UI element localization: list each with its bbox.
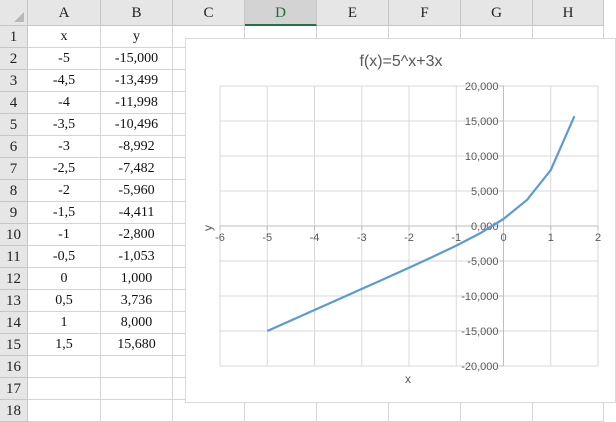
cell-a11[interactable]: -0,5 — [28, 246, 101, 268]
cell-b5[interactable]: -10,496 — [101, 114, 173, 136]
cell-b4[interactable]: -11,998 — [101, 92, 173, 114]
row-header-15[interactable]: 15 — [0, 334, 28, 356]
cell-b17[interactable] — [101, 378, 173, 400]
cell-a4[interactable]: -4 — [28, 92, 101, 114]
cell-a8[interactable]: -2 — [28, 180, 101, 202]
cell-b1[interactable]: y — [101, 26, 173, 48]
cell-a18[interactable] — [28, 400, 101, 422]
row-header-4[interactable]: 4 — [0, 92, 28, 114]
cell-b6[interactable]: -8,992 — [101, 136, 173, 158]
row-header-14[interactable]: 14 — [0, 312, 28, 334]
row-header-17[interactable]: 17 — [0, 378, 28, 400]
cell-b7[interactable]: -7,482 — [101, 158, 173, 180]
y-tick-label: -10,000 — [461, 291, 498, 303]
x-tick-label: -5 — [262, 232, 272, 244]
chart[interactable]: f(x)=5^x+3x -6 -5 -4 -3 -2 -1 0 1 2 20,000 15,000 1… — [185, 38, 616, 403]
cell-b12[interactable]: 1,000 — [101, 268, 173, 290]
cell-a12[interactable]: 0 — [28, 268, 101, 290]
cell-a1[interactable]: x — [28, 26, 101, 48]
x-tick-label: 0 — [500, 232, 506, 244]
x-tick-label: -4 — [310, 232, 320, 244]
row-header-9[interactable]: 9 — [0, 202, 28, 224]
y-axis-title: y — [201, 225, 215, 231]
select-all-corner[interactable] — [0, 0, 28, 26]
cell-a14[interactable]: 1 — [28, 312, 101, 334]
cell-a2[interactable]: -5 — [28, 48, 101, 70]
cell-b3[interactable]: -13,499 — [101, 70, 173, 92]
column-header-b[interactable]: B — [101, 0, 173, 26]
y-tick-label: 20,000 — [465, 81, 499, 93]
y-tick-label: -20,000 — [461, 361, 498, 373]
row-header-18[interactable]: 18 — [0, 400, 28, 422]
row-header-6[interactable]: 6 — [0, 136, 28, 158]
chart-title: f(x)=5^x+3x — [359, 53, 442, 70]
cell-a15[interactable]: 1,5 — [28, 334, 101, 356]
cell-b15[interactable]: 15,680 — [101, 334, 173, 356]
column-header-h[interactable]: H — [533, 0, 604, 26]
row-header-16[interactable]: 16 — [0, 356, 28, 378]
y-tick-label: -5,000 — [467, 256, 498, 268]
cell-a6[interactable]: -3 — [28, 136, 101, 158]
select-all-icon — [14, 12, 24, 22]
row-header-10[interactable]: 10 — [0, 224, 28, 246]
column-header-a[interactable]: A — [28, 0, 101, 26]
series-layer — [266, 115, 576, 333]
x-tick-label: -3 — [357, 232, 367, 244]
cell-b13[interactable]: 3,736 — [101, 290, 173, 312]
row-header-12[interactable]: 12 — [0, 268, 28, 290]
cell-a9[interactable]: -1,5 — [28, 202, 101, 224]
y-tick-label: 15,000 — [465, 116, 499, 128]
cell-b18[interactable] — [101, 400, 173, 422]
cell-b14[interactable]: 8,000 — [101, 312, 173, 334]
x-tick-label: -2 — [404, 232, 414, 244]
x-tick-label: -1 — [451, 232, 461, 244]
cell-b9[interactable]: -4,411 — [101, 202, 173, 224]
cell-a7[interactable]: -2,5 — [28, 158, 101, 180]
cell-a5[interactable]: -3,5 — [28, 114, 101, 136]
cell-b10[interactable]: -2,800 — [101, 224, 173, 246]
cell-a16[interactable] — [28, 356, 101, 378]
x-axis-title: x — [405, 372, 411, 386]
y-tick-label: 5,000 — [471, 186, 499, 198]
cell-a10[interactable]: -1 — [28, 224, 101, 246]
row-header-5[interactable]: 5 — [0, 114, 28, 136]
x-tick-label: 2 — [595, 232, 601, 244]
y-tick-label: 10,000 — [465, 151, 499, 163]
cell-a3[interactable]: -4,5 — [28, 70, 101, 92]
y-tick-label: -15,000 — [461, 326, 498, 338]
row-header-13[interactable]: 13 — [0, 290, 28, 312]
column-header-e[interactable]: E — [317, 0, 389, 26]
cell-b16[interactable] — [101, 356, 173, 378]
row-header-11[interactable]: 11 — [0, 246, 28, 268]
cell-b11[interactable]: -1,053 — [101, 246, 173, 268]
row-header-2[interactable]: 2 — [0, 48, 28, 70]
cell-a13[interactable]: 0,5 — [28, 290, 101, 312]
cell-b8[interactable]: -5,960 — [101, 180, 173, 202]
x-tick-label: 1 — [548, 232, 554, 244]
x-tick-label: -6 — [215, 232, 225, 244]
row-header-3[interactable]: 3 — [0, 70, 28, 92]
row-header-1[interactable]: 1 — [0, 26, 28, 48]
row-header-8[interactable]: 8 — [0, 180, 28, 202]
column-header-c[interactable]: C — [173, 0, 245, 26]
cell-b2[interactable]: -15,000 — [101, 48, 173, 70]
spreadsheet: ABCDEFGH 1 2 3 4 5 6 7 8 9 10 11 12 13 14 15 16 17 18 xy-… — [0, 0, 616, 422]
column-header-d[interactable]: D — [245, 0, 317, 26]
column-header-f[interactable]: F — [389, 0, 461, 26]
cell-a17[interactable] — [28, 378, 101, 400]
column-header-g[interactable]: G — [461, 0, 533, 26]
row-header-7[interactable]: 7 — [0, 158, 28, 180]
series-line — [266, 115, 576, 333]
chart-canvas: f(x)=5^x+3x -6 -5 -4 -3 -2 -1 0 1 2 20,000 15,000 1… — [201, 53, 601, 386]
